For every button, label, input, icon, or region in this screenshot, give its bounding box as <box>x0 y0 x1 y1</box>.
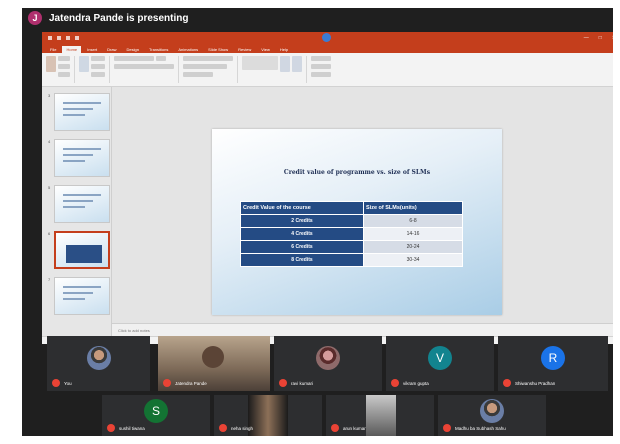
size-cell: 6-8 <box>363 214 463 228</box>
avatar-initial-v: V <box>428 346 452 370</box>
editing-group[interactable] <box>311 56 335 83</box>
credit-cell: 4 Credits <box>240 227 364 241</box>
account-icon[interactable] <box>321 33 331 42</box>
presenter-avatar: J <box>28 11 42 25</box>
participant-tile[interactable]: Madhu ba Subhash Sahu <box>438 395 546 436</box>
participant-video <box>248 395 288 436</box>
mic-muted-icon <box>331 424 339 432</box>
slide-title: Credit value of programme vs. size of SL… <box>283 169 431 176</box>
tab-review[interactable]: Review <box>234 46 255 53</box>
participant-name: vikram gupta <box>403 380 429 386</box>
participant-tile[interactable]: arun kumar <box>326 395 434 436</box>
quick-access-toolbar[interactable] <box>48 35 79 40</box>
slide-thumbnail[interactable]: 3 <box>48 93 111 131</box>
drawing-group[interactable] <box>242 56 307 83</box>
mic-muted-icon <box>107 424 115 432</box>
table-row: 6 Credits 20-24 <box>240 240 463 254</box>
table-row: 8 Credits 30-34 <box>240 253 463 267</box>
mic-muted-icon <box>279 379 287 387</box>
slides-group[interactable] <box>79 56 110 83</box>
mic-muted-icon <box>219 424 227 432</box>
table-row: 4 Credits 14-16 <box>240 227 463 241</box>
clipboard-group[interactable] <box>46 56 75 83</box>
ppt-title-bar: —□✕ <box>42 32 613 43</box>
tab-draw[interactable]: Draw <box>103 46 120 53</box>
meeting-window: J Jatendra Pande is presenting —□✕ FileH… <box>22 8 613 436</box>
font-group[interactable] <box>114 56 179 83</box>
participant-video <box>366 395 396 436</box>
slide-thumbnail-image <box>54 139 110 177</box>
participant-name: You <box>64 380 72 386</box>
participant-tile[interactable]: Jatendra Pande <box>158 336 270 391</box>
participant-name: sushil tiwana <box>119 425 145 431</box>
size-cell: 20-24 <box>363 240 463 254</box>
participant-tile[interactable]: S sushil tiwana <box>102 395 210 436</box>
mic-muted-icon <box>391 379 399 387</box>
slide-thumbnail[interactable]: 4 <box>48 139 111 177</box>
slide-table: Credit Value of the course Size of SLMs(… <box>240 201 463 267</box>
tab-slide-show[interactable]: Slide Show <box>204 46 232 53</box>
avatar-initial-r: R <box>541 346 565 370</box>
window-controls[interactable]: —□✕ <box>584 35 613 41</box>
mic-muted-icon <box>503 379 511 387</box>
slide-thumbnail-image <box>54 231 110 269</box>
shared-screen-powerpoint: —□✕ FileHomeInsertDrawDesignTransitionsA… <box>42 32 613 344</box>
notes-pane[interactable]: Click to add notes <box>112 323 613 337</box>
ribbon-toolbar <box>42 53 613 87</box>
participant-name: arun kumar <box>343 425 366 431</box>
presenter-banner: J Jatendra Pande is presenting <box>22 8 613 28</box>
participant-photo <box>87 346 111 370</box>
slide-thumbnail[interactable]: 7 <box>48 277 111 315</box>
table-header-credit: Credit Value of the course <box>240 201 364 215</box>
participant-tile[interactable]: ravi kumari <box>274 336 382 391</box>
table-row: 2 Credits 6-8 <box>240 214 463 228</box>
avatar-initial-s: S <box>144 399 168 423</box>
participant-name: Shiwanshu Pradhan <box>515 380 556 386</box>
tab-view[interactable]: View <box>257 46 274 53</box>
tab-transitions[interactable]: Transitions <box>145 46 172 53</box>
mic-muted-icon <box>163 379 171 387</box>
slide-thumbnail-image <box>54 185 110 223</box>
slide-thumbnail[interactable]: 5 <box>48 185 111 223</box>
participant-tile[interactable]: V vikram gupta <box>386 336 494 391</box>
table-header-size: Size of SLMs(units) <box>363 201 463 215</box>
credit-cell: 2 Credits <box>240 214 364 228</box>
participant-name: Jatendra Pande <box>175 380 207 386</box>
participant-photo <box>316 346 340 370</box>
tab-design[interactable]: Design <box>122 46 142 53</box>
slide-thumbnail-pane[interactable]: 3 4 5 6 7 <box>42 87 112 337</box>
slide-thumbnail-image <box>54 93 110 131</box>
participant-name: neha singh <box>231 425 254 431</box>
mic-muted-icon <box>443 424 451 432</box>
participant-photo <box>480 399 504 423</box>
credit-cell: 6 Credits <box>240 240 364 254</box>
tab-file[interactable]: File <box>46 46 60 53</box>
mic-muted-icon <box>52 379 60 387</box>
current-slide[interactable]: Credit value of programme vs. size of SL… <box>212 129 502 315</box>
participant-name: Madhu ba Subhash Sahu <box>455 425 506 431</box>
tab-home[interactable]: Home <box>62 46 82 53</box>
size-cell: 14-16 <box>363 227 463 241</box>
slide-thumbnail-image <box>54 277 110 315</box>
participant-tile[interactable]: You <box>47 336 150 391</box>
credit-cell: 8 Credits <box>240 253 364 267</box>
tab-insert[interactable]: Insert <box>83 46 101 53</box>
slide-thumbnail[interactable]: 6 <box>48 231 111 269</box>
tab-help[interactable]: Help <box>276 46 292 53</box>
tab-animations[interactable]: Animations <box>174 46 202 53</box>
video-person-shape <box>202 346 224 368</box>
paragraph-group[interactable] <box>183 56 238 83</box>
slide-editor[interactable]: Credit value of programme vs. size of SL… <box>112 87 613 337</box>
ribbon-tabs: File Home Insert Draw Design Transitions Anima… <box>42 43 613 53</box>
ppt-workspace: 3 4 5 6 7 Credit value of programme vs. size… <box>42 87 613 337</box>
presenter-banner-text: Jatendra Pande is presenting <box>49 12 189 24</box>
participant-tile[interactable]: R Shiwanshu Pradhan <box>498 336 608 391</box>
size-cell: 30-34 <box>363 253 463 267</box>
participant-name: ravi kumari <box>291 380 314 386</box>
participant-tile[interactable]: neha singh <box>214 395 322 436</box>
